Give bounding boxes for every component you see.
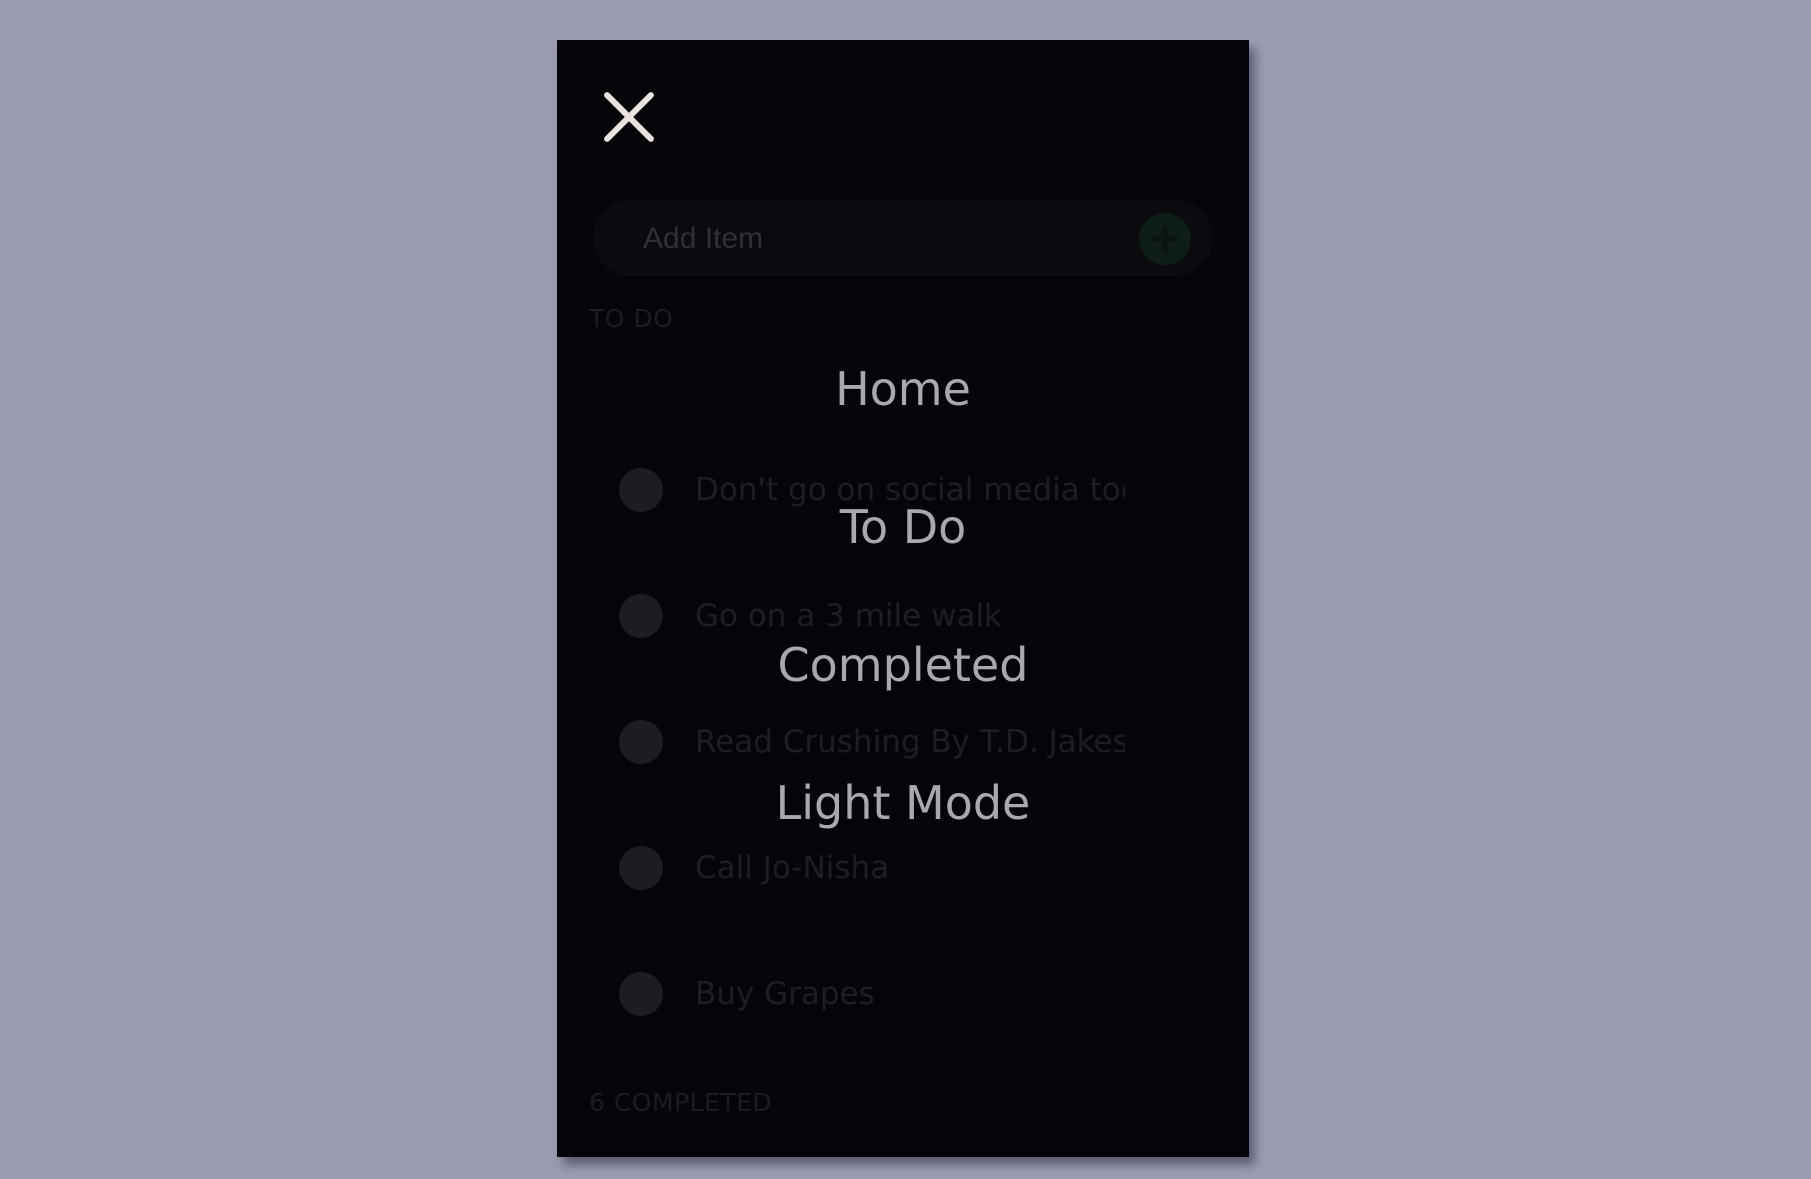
menu-item-light-mode[interactable]: Light Mode [557, 776, 1249, 830]
add-item-bar[interactable]: Add Item [593, 200, 1213, 276]
checkbox-circle-icon[interactable] [619, 846, 663, 890]
list-item[interactable]: Go on a 3 mile walk [619, 594, 1179, 640]
todo-item-text: Read Crushing By T.D. Jakes [695, 724, 1125, 760]
list-item[interactable]: Call Jo-Nisha [619, 846, 1179, 892]
todo-item-text: Go on a 3 mile walk [695, 598, 1003, 634]
menu-item-todo[interactable]: To Do [557, 500, 1249, 554]
menu-item-completed[interactable]: Completed [557, 638, 1249, 692]
plus-icon[interactable] [1139, 213, 1191, 265]
mobile-app-frame: Add Item TO DO Don't go on social media … [557, 40, 1249, 1157]
list-item[interactable]: Read Crushing By T.D. Jakes [619, 720, 1179, 766]
todo-item-text: Call Jo-Nisha [695, 850, 890, 886]
list-item[interactable]: Buy Grapes [619, 972, 1179, 1018]
completed-section-label: 6 COMPLETED [589, 1088, 773, 1117]
checkbox-circle-icon[interactable] [619, 720, 663, 764]
menu-item-home[interactable]: Home [557, 362, 1249, 416]
checkbox-circle-icon[interactable] [619, 594, 663, 638]
close-icon[interactable] [593, 82, 665, 154]
add-item-input[interactable]: Add Item [643, 222, 763, 256]
todo-section-label: TO DO [589, 304, 674, 333]
todo-item-text: Buy Grapes [695, 976, 875, 1012]
checkbox-circle-icon[interactable] [619, 972, 663, 1016]
